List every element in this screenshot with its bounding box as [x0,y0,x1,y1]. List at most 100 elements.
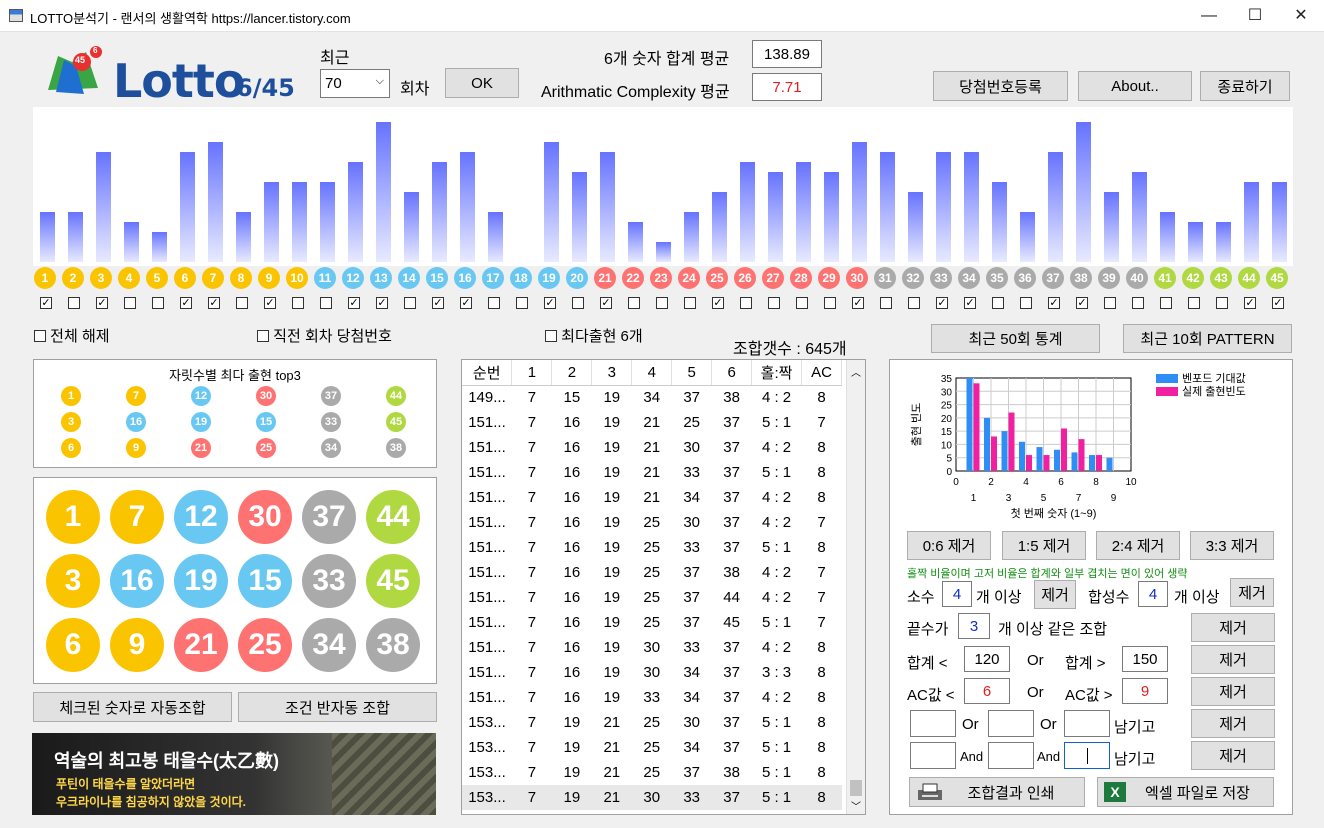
column-header[interactable]: 4 [631,360,673,386]
or-input-2[interactable] [988,710,1034,737]
number-ball[interactable]: 37 [1042,267,1064,289]
ad-banner[interactable]: 역술의 최고봉 태을수(太乙數) 푸틴이 태을수를 알았더라면 우크라이나를 침… [32,733,436,815]
number-checkbox[interactable] [880,297,892,309]
number-ball[interactable]: 39 [1098,267,1120,289]
scroll-up-icon[interactable]: ︿ [851,364,861,379]
and-remove-button[interactable]: 제거 [1191,741,1275,770]
ac-lt-input[interactable]: 6 [964,678,1010,704]
number-ball[interactable]: 12 [342,267,364,289]
table-row[interactable]: 151... 7 16 19 30 33 37 4 : 2 8 [462,635,842,660]
number-ball[interactable]: 16 [454,267,476,289]
number-checkbox[interactable]: ✓ [96,297,108,309]
number-ball[interactable]: 9 [258,267,280,289]
number-checkbox[interactable] [1020,297,1032,309]
maximize-button[interactable]: ☐ [1232,0,1278,32]
prime-remove-button[interactable]: 제거 [1034,580,1076,609]
column-header[interactable]: 5 [671,360,713,386]
number-checkbox[interactable] [796,297,808,309]
number-checkbox[interactable] [572,297,584,309]
table-row[interactable]: 151... 7 16 19 25 33 37 5 : 1 8 [462,535,842,560]
remove-3-3-button[interactable]: 3:3 제거 [1190,531,1274,560]
number-ball[interactable]: 41 [1154,267,1176,289]
remove-1-5-button[interactable]: 1:5 제거 [1002,531,1086,560]
close-button[interactable]: ✕ [1278,0,1324,32]
sum-remove-button[interactable]: 제거 [1191,645,1275,674]
number-ball[interactable]: 35 [986,267,1008,289]
number-ball[interactable]: 26 [734,267,756,289]
table-row[interactable]: 151... 7 16 19 25 37 45 5 : 1 7 [462,610,842,635]
table-row[interactable]: 151... 7 16 19 21 30 37 4 : 2 8 [462,435,842,460]
table-row[interactable]: 151... 7 16 19 25 37 44 4 : 2 7 [462,585,842,610]
column-header[interactable]: 1 [511,360,553,386]
and-input-2[interactable] [988,742,1034,769]
number-checkbox[interactable] [516,297,528,309]
number-checkbox[interactable]: ✓ [1048,297,1060,309]
or-input-3[interactable] [1064,710,1110,737]
column-header[interactable]: 3 [591,360,633,386]
number-ball[interactable]: 8 [230,267,252,289]
sum-lt-input[interactable]: 120 [964,646,1010,672]
number-ball[interactable]: 20 [566,267,588,289]
number-ball[interactable]: 15 [426,267,448,289]
table-row[interactable]: 151... 7 16 19 21 34 37 4 : 2 8 [462,485,842,510]
number-checkbox[interactable] [292,297,304,309]
number-checkbox[interactable] [740,297,752,309]
number-checkbox[interactable] [908,297,920,309]
number-checkbox[interactable] [152,297,164,309]
ending-input[interactable]: 3 [958,613,990,639]
number-ball[interactable]: 13 [370,267,392,289]
ending-remove-button[interactable]: 제거 [1191,613,1275,642]
clear-all-option[interactable]: 전체 해제 [34,325,110,346]
table-row[interactable]: 153... 7 19 21 25 30 37 5 : 1 8 [462,710,842,735]
minimize-button[interactable]: — [1186,0,1232,32]
number-ball[interactable]: 19 [538,267,560,289]
and-input-3[interactable] [1064,742,1110,769]
ac-remove-button[interactable]: 제거 [1191,677,1275,706]
scroll-down-icon[interactable]: ﹀ [851,798,861,813]
number-ball[interactable]: 18 [510,267,532,289]
number-ball[interactable]: 43 [1210,267,1232,289]
number-checkbox[interactable] [684,297,696,309]
table-row[interactable]: 151... 7 16 19 33 34 37 4 : 2 8 [462,685,842,710]
number-ball[interactable]: 44 [1238,267,1260,289]
table-row[interactable]: 151... 7 16 19 25 37 38 4 : 2 7 [462,560,842,585]
number-ball[interactable]: 40 [1126,267,1148,289]
number-ball[interactable]: 31 [874,267,896,289]
number-checkbox[interactable]: ✓ [40,297,52,309]
excel-button[interactable]: X 엑셀 파일로 저장 [1097,777,1274,807]
number-checkbox[interactable]: ✓ [460,297,472,309]
number-ball[interactable]: 32 [902,267,924,289]
table-row[interactable]: 149... 7 15 19 34 37 38 4 : 2 8 [462,385,842,410]
number-checkbox[interactable] [320,297,332,309]
number-checkbox[interactable] [404,297,416,309]
number-checkbox[interactable]: ✓ [348,297,360,309]
table-row[interactable]: 151... 7 16 19 21 33 37 5 : 1 8 [462,460,842,485]
number-ball[interactable]: 10 [286,267,308,289]
number-checkbox[interactable] [68,297,80,309]
number-checkbox[interactable] [628,297,640,309]
number-ball[interactable]: 34 [958,267,980,289]
number-ball[interactable]: 42 [1182,267,1204,289]
table-row[interactable]: 153... 7 19 21 25 34 37 5 : 1 8 [462,735,842,760]
number-ball[interactable]: 36 [1014,267,1036,289]
clear-all-checkbox[interactable] [34,330,46,342]
number-checkbox[interactable]: ✓ [1244,297,1256,309]
number-checkbox[interactable]: ✓ [1076,297,1088,309]
number-ball[interactable]: 24 [678,267,700,289]
number-checkbox[interactable]: ✓ [852,297,864,309]
semi-auto-button[interactable]: 조건 반자동 조합 [238,692,437,722]
prime-input[interactable]: 4 [942,581,972,607]
auto-combine-button[interactable]: 체크된 숫자로 자동조합 [33,692,232,722]
number-checkbox[interactable]: ✓ [1272,297,1284,309]
most-six-option[interactable]: 최다출현 6개 [545,325,643,346]
number-checkbox[interactable] [124,297,136,309]
number-ball[interactable]: 1 [34,267,56,289]
table-row[interactable]: 151... 7 16 19 30 34 37 3 : 3 8 [462,660,842,685]
remove-0-6-button[interactable]: 0:6 제거 [907,531,991,560]
number-checkbox[interactable]: ✓ [712,297,724,309]
remove-2-4-button[interactable]: 2:4 제거 [1096,531,1180,560]
column-header[interactable]: AC [801,360,842,386]
composite-remove-button[interactable]: 제거 [1230,578,1274,607]
number-ball[interactable]: 22 [622,267,644,289]
number-ball[interactable]: 27 [762,267,784,289]
